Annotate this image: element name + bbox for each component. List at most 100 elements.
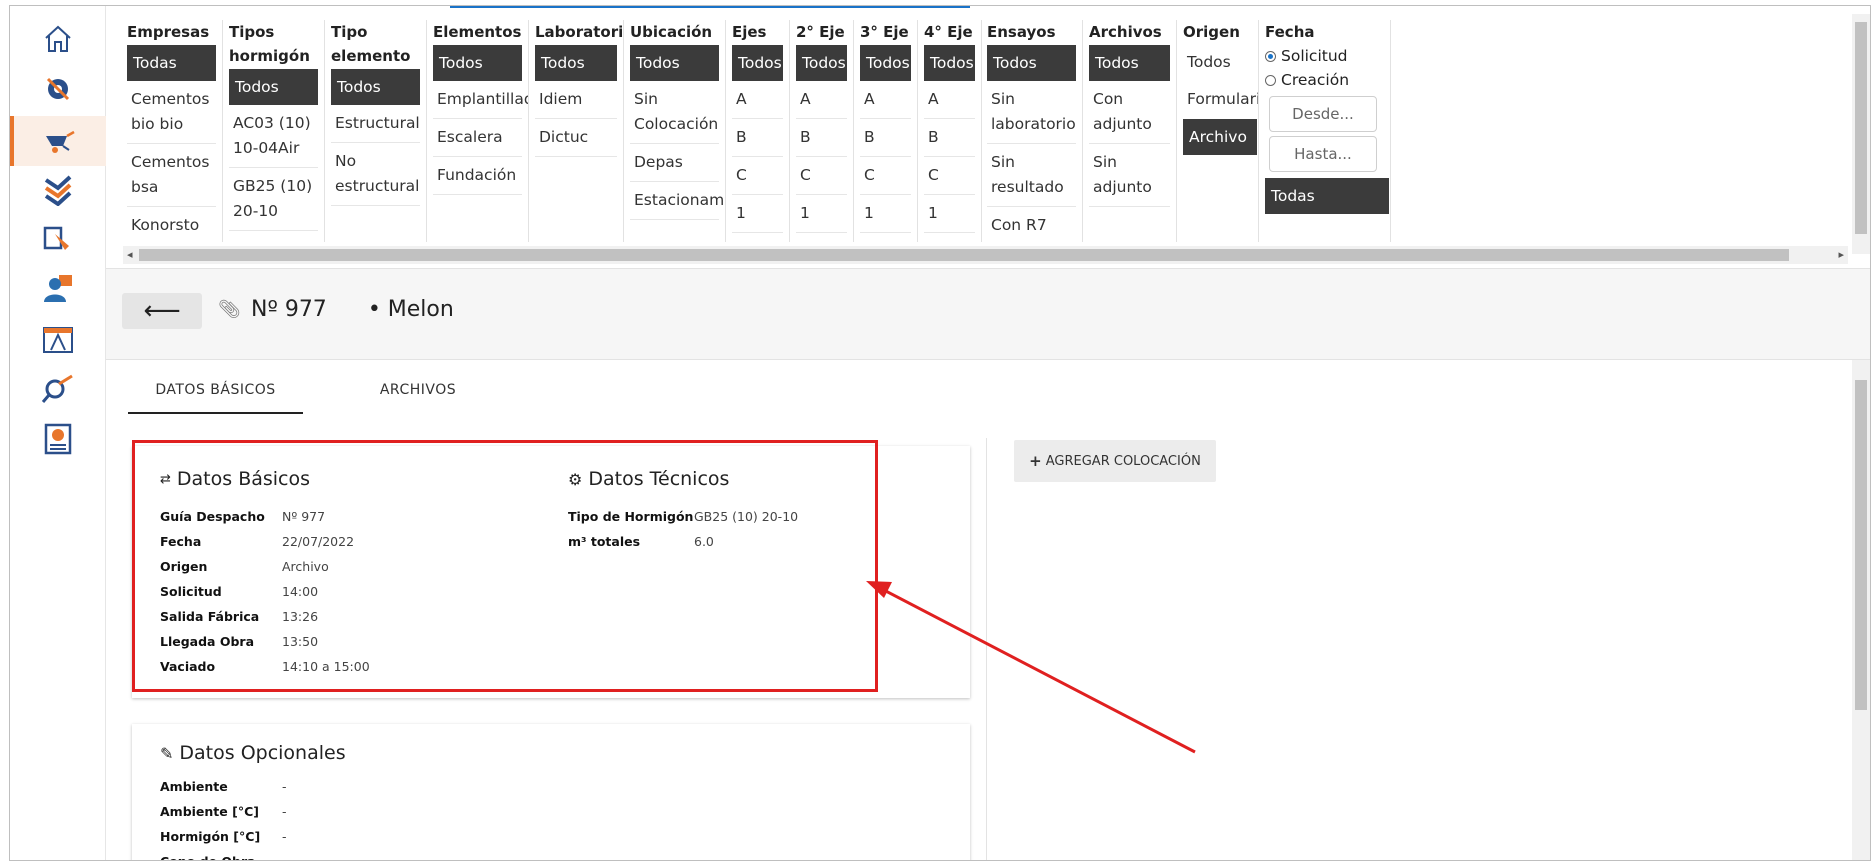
field-label: Hormigón [°C]: [160, 829, 261, 844]
filter-option[interactable]: Idiem: [535, 81, 617, 119]
filter-option[interactable]: Con adjunto: [1089, 81, 1170, 144]
filter-column: Tipos hormigón Todos AC03 (10) 10-04Air GB2…: [225, 20, 325, 242]
filter-column: Laboratorios TodosIdiemDictuc: [531, 20, 624, 242]
filter-option[interactable]: Sin resultado: [987, 144, 1076, 207]
filter-header: Ejes: [732, 23, 767, 41]
filter-option[interactable]: A: [796, 81, 847, 119]
home-icon: [45, 25, 71, 52]
scroll-thumb[interactable]: [1855, 380, 1867, 710]
back-button[interactable]: ⟵: [122, 293, 202, 329]
filter-option[interactable]: Sin laboratorio: [987, 81, 1076, 144]
horizontal-scrollbar[interactable]: ◂ ▸: [123, 246, 1848, 264]
filter-selected-option[interactable]: Todos: [860, 45, 911, 81]
filter-column: 2° Eje Todos A B C 1: [792, 20, 854, 242]
filter-column: 4° Eje Todos A B C 1: [920, 20, 982, 242]
filter-option[interactable]: GB25 (20): [229, 231, 318, 242]
filter-option[interactable]: Estacionamiento: [630, 182, 725, 220]
filter-option[interactable]: A: [860, 81, 911, 119]
filter-selected-option[interactable]: Todos: [987, 45, 1076, 81]
filter-header: Fecha: [1265, 23, 1315, 41]
scroll-thumb[interactable]: [139, 249, 1789, 261]
filter-selected-option[interactable]: Todos: [229, 69, 318, 105]
radio-checked-icon[interactable]: [1265, 50, 1276, 62]
filter-option[interactable]: C: [796, 157, 847, 195]
desde-input[interactable]: Desde...: [1269, 96, 1377, 132]
tab-archivos[interactable]: ARCHIVOS: [363, 376, 473, 414]
sidebar-item-inspection[interactable]: [10, 364, 106, 414]
top-accent-line: [450, 6, 970, 8]
field-label: Cono de Obra: [160, 849, 282, 860]
tab-datos-basicos[interactable]: DATOS BÁSICOS: [128, 376, 303, 414]
filter-selected-option[interactable]: Todos: [796, 45, 847, 81]
radio-creacion[interactable]: Creación: [1265, 68, 1390, 92]
sidebar-item-settings[interactable]: [10, 64, 106, 114]
sidebar-item-plans[interactable]: [10, 314, 106, 364]
filter-header: 4° Eje: [924, 23, 973, 41]
filter-option[interactable]: C: [860, 157, 911, 195]
add-colocacion-button[interactable]: + AGREGAR COLOCACIÓN: [1014, 440, 1216, 482]
filter-option[interactable]: Cementos bsa: [127, 144, 216, 207]
filter-option[interactable]: Dictuc: [535, 119, 617, 157]
filter-option[interactable]: 1: [732, 195, 783, 233]
filter-option[interactable]: B: [924, 119, 975, 157]
filter-option[interactable]: C: [732, 157, 783, 195]
sidebar-item-billing[interactable]: [10, 414, 106, 464]
content-vertical-scrollbar[interactable]: [1852, 360, 1870, 860]
filter-option[interactable]: 1: [860, 195, 911, 233]
filter-option[interactable]: Formulario: [1183, 81, 1258, 118]
filter-selected-option[interactable]: Todos: [331, 69, 420, 105]
sidebar-item-transfer[interactable]: [10, 214, 106, 264]
radio-solicitud[interactable]: Solicitud: [1265, 44, 1390, 68]
filter-option[interactable]: C: [924, 157, 975, 195]
filter-selected-option[interactable]: Todos: [924, 45, 975, 81]
filter-option[interactable]: Fundación: [433, 157, 522, 195]
filter-selected-option[interactable]: Todos: [732, 45, 783, 81]
filter-selected-option[interactable]: Archivo: [1183, 119, 1257, 155]
filter-option[interactable]: A: [732, 81, 783, 119]
filter-selected-option[interactable]: Todos: [433, 45, 522, 81]
page-title: Nº 977 • Melon: [251, 297, 454, 322]
filter-selected-option[interactable]: Todos: [535, 45, 617, 81]
filter-option[interactable]: Estructural: [331, 105, 420, 143]
radio-unchecked-icon[interactable]: [1265, 74, 1276, 86]
field-value: -: [282, 849, 287, 860]
sidebar-item-home[interactable]: [10, 14, 106, 64]
content-divider: [986, 438, 987, 860]
filter-option[interactable]: Cementos bio bio: [127, 81, 216, 144]
filter-option[interactable]: A: [924, 81, 975, 119]
filter-selected-option[interactable]: Todas: [127, 45, 216, 81]
filter-selected-option[interactable]: Todos: [630, 45, 719, 81]
filter-option[interactable]: AC03 (10) 10-04Air: [229, 105, 318, 168]
field-row: Cono de Obra-: [160, 849, 287, 860]
filter-header: 3° Eje: [860, 23, 909, 41]
sidebar-item-users[interactable]: [10, 264, 106, 314]
filter-option[interactable]: Emplantillado: [433, 81, 528, 119]
filter-option[interactable]: GB25 (10) 20-10: [229, 168, 318, 231]
scroll-right-icon[interactable]: ▸: [1838, 248, 1844, 261]
filter-option[interactable]: B: [860, 119, 911, 157]
filter-selected-option[interactable]: Todas: [1265, 178, 1389, 214]
sidebar-item-layers[interactable]: [10, 164, 106, 214]
filter-column: Ensayos Todos Sin laboratorio Sin resultado…: [983, 20, 1083, 242]
filter-selected-option[interactable]: Todos: [1089, 45, 1170, 81]
filter-option[interactable]: No estructural: [331, 143, 420, 206]
filter-option[interactable]: Con R7: [987, 207, 1076, 242]
hasta-input[interactable]: Hasta...: [1269, 136, 1377, 172]
filter-option[interactable]: Sin adjunto: [1089, 144, 1170, 207]
filter-option[interactable]: Konorsto: [127, 207, 216, 242]
layers-check-icon: [44, 175, 72, 206]
filter-option[interactable]: 1: [924, 195, 975, 233]
filter-option[interactable]: 1: [796, 195, 847, 233]
filter-vertical-scrollbar[interactable]: [1852, 14, 1870, 254]
filter-option[interactable]: Depas: [630, 144, 719, 182]
filter-option[interactable]: Todos: [1183, 44, 1252, 81]
datos-opcionales-title-text: Datos Opcionales: [179, 742, 346, 764]
scroll-left-icon[interactable]: ◂: [127, 248, 133, 261]
filter-option[interactable]: Sin Colocación: [630, 81, 719, 144]
record-number: Nº 977: [251, 297, 334, 322]
filter-option[interactable]: B: [732, 119, 783, 157]
filter-option[interactable]: B: [796, 119, 847, 157]
sidebar-item-wheelbarrow[interactable]: [10, 116, 106, 166]
filter-option[interactable]: Escalera: [433, 119, 522, 157]
scroll-thumb[interactable]: [1855, 22, 1867, 234]
